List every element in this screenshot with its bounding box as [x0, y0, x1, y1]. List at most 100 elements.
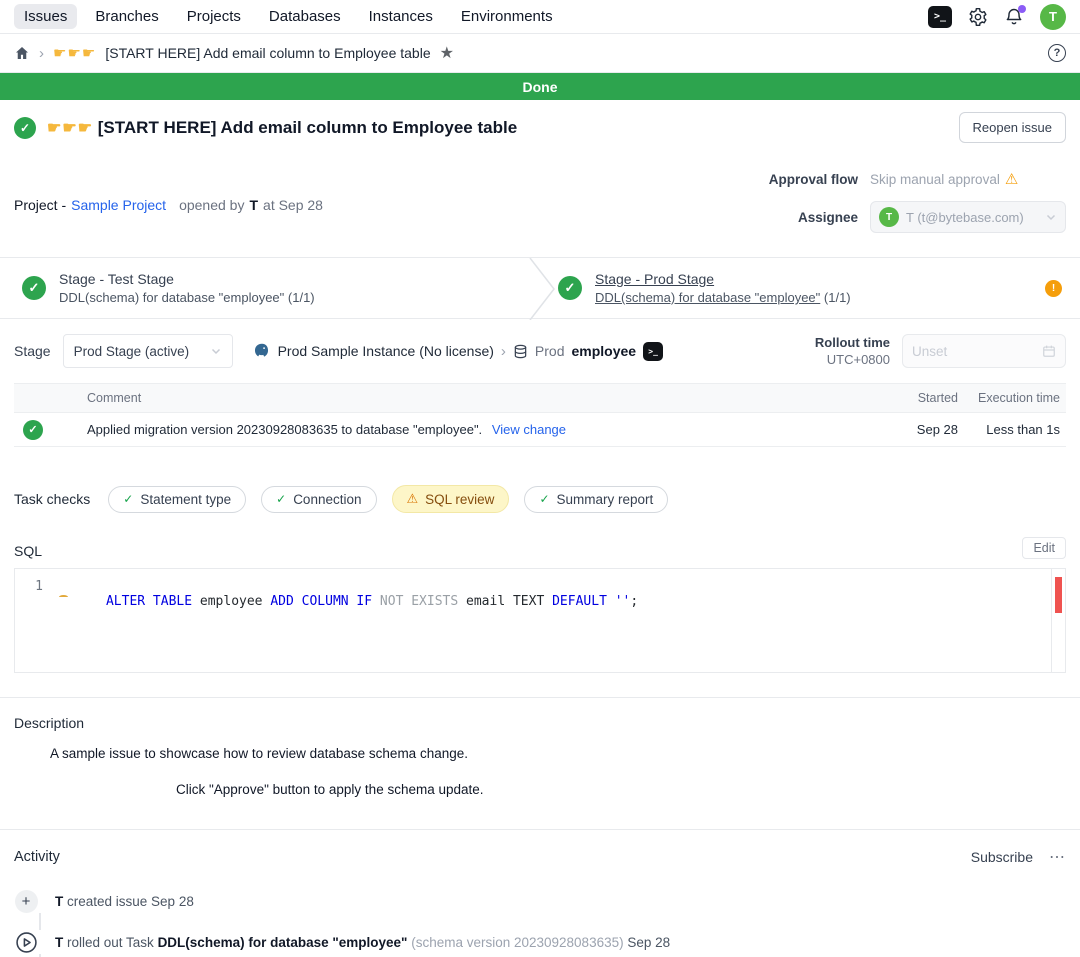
rollout-time-group: Rollout time UTC+0800 — [815, 334, 1066, 368]
breadcrumb-separator: › — [39, 45, 44, 62]
check-badge-connection[interactable]: ✓ Connection — [261, 486, 376, 513]
approval-flow-label: Approval flow — [769, 172, 858, 187]
more-icon[interactable]: ⋯ — [1049, 847, 1066, 867]
chevron-down-icon — [210, 345, 222, 357]
open-sql-editor-icon[interactable]: >_ — [643, 342, 663, 361]
subscribe-button[interactable]: Subscribe — [971, 849, 1033, 865]
stage-check-icon: ✓ — [22, 276, 46, 300]
database-link[interactable]: employee — [572, 343, 637, 359]
task-table-header: Comment Started Execution time — [14, 383, 1066, 413]
stages-strip: ✓ Stage - Test Stage DDL(schema) for dat… — [0, 257, 1080, 319]
error-marker — [1055, 577, 1062, 613]
row-started: Sep 28 — [896, 422, 958, 437]
star-icon[interactable]: ★ — [440, 43, 454, 63]
breadcrumb-separator: › — [501, 343, 506, 360]
rollout-timezone: UTC+0800 — [815, 352, 890, 367]
activity-item: + T created issue Sep 28 — [14, 889, 1066, 913]
stage-divider-chevron — [529, 258, 555, 320]
gear-icon[interactable] — [968, 7, 988, 27]
rollout-time-input[interactable] — [912, 344, 1042, 359]
stage-select-value: Prod Stage (active) — [74, 344, 190, 359]
timeline-connector — [39, 913, 41, 930]
warning-triangle-icon[interactable]: ⚠ — [1005, 170, 1018, 188]
check-badge-sql-review[interactable]: ⚠ SQL review — [392, 485, 510, 513]
nav-tab-environments[interactable]: Environments — [451, 4, 563, 29]
stage-subtitle: DDL(schema) for database "employee" (1/1… — [595, 290, 851, 305]
row-execution-time: Less than 1s — [958, 422, 1064, 437]
home-icon[interactable] — [14, 45, 30, 61]
assignee-select[interactable]: T T (t@bytebase.com) — [870, 201, 1066, 233]
activity-timeline: + T created issue Sep 28 T rolled out Ta… — [14, 889, 1066, 957]
task-table: Comment Started Execution time ✓ Applied… — [14, 383, 1066, 447]
issue-done-check-icon: ✓ — [14, 117, 36, 139]
opened-by-prefix: opened by — [179, 197, 244, 213]
bell-icon[interactable] — [1004, 7, 1024, 27]
opened-by-date: at Sep 28 — [263, 197, 323, 213]
nav-tab-instances[interactable]: Instances — [359, 4, 443, 29]
nav-tabs: Issues Branches Projects Databases Insta… — [14, 4, 563, 29]
issue-header: ✓ ☛☛☛ [START HERE] Add email column to E… — [0, 100, 1080, 156]
stage-toolbar-left: Stage Prod Stage (active) Prod Sample In… — [14, 334, 663, 368]
sql-editor-icon[interactable]: >_ — [928, 6, 952, 28]
stage-prod[interactable]: ✓ Stage - Prod Stage DDL(schema) for dat… — [526, 258, 1080, 318]
task-checks: Task checks ✓ Statement type ✓ Connectio… — [14, 485, 1066, 513]
help-icon[interactable]: ? — [1048, 44, 1066, 62]
assignee-value: T (t@bytebase.com) — [906, 210, 1038, 225]
project-link[interactable]: Sample Project — [71, 197, 166, 213]
description-line: A sample issue to showcase how to review… — [50, 746, 1066, 761]
meta-right: Approval flow Skip manual approval ⚠ Ass… — [769, 170, 1066, 233]
nav-tab-projects[interactable]: Projects — [177, 4, 251, 29]
stage-title: Stage - Test Stage — [59, 271, 315, 287]
column-started: Started — [896, 391, 958, 405]
approval-flow-value: Skip manual approval ⚠ — [870, 170, 1066, 188]
check-badge-summary-report[interactable]: ✓ Summary report — [524, 486, 668, 513]
top-nav: Issues Branches Projects Databases Insta… — [0, 0, 1080, 34]
sql-section: SQL Edit 1 ALTER TABLE employee ADD COLU… — [14, 537, 1066, 673]
stage-select[interactable]: Prod Stage (active) — [63, 334, 233, 368]
table-row: ✓ Applied migration version 202309280836… — [14, 413, 1066, 447]
issue-title: ☛☛☛ [START HERE] Add email column to Emp… — [47, 118, 517, 138]
breadcrumb-row: › ☛☛☛ [START HERE] Add email column to E… — [0, 34, 1080, 73]
assignee-avatar: T — [879, 207, 899, 227]
nav-right: >_ T — [928, 4, 1066, 30]
reopen-issue-button[interactable]: Reopen issue — [959, 112, 1067, 143]
user-avatar[interactable]: T — [1040, 4, 1066, 30]
assignee-label: Assignee — [769, 210, 858, 225]
database-icon — [513, 344, 528, 359]
stage-test[interactable]: ✓ Stage - Test Stage DDL(schema) for dat… — [0, 258, 526, 318]
check-pass-icon: ✓ — [276, 492, 286, 506]
rollout-time-label: Rollout time — [815, 335, 890, 350]
status-banner: Done — [0, 73, 1080, 100]
project-line: Project - Sample Project opened by T at … — [14, 170, 323, 233]
description-section: Description A sample issue to showcase h… — [0, 698, 1080, 811]
nav-tab-databases[interactable]: Databases — [259, 4, 351, 29]
plus-icon: + — [15, 890, 38, 913]
stage-select-label: Stage — [14, 343, 51, 359]
check-warning-icon: ⚠ — [407, 491, 419, 507]
database-environment: Prod — [535, 343, 565, 359]
notification-dot — [1018, 5, 1026, 13]
stage-warning-icon[interactable]: ! — [1045, 280, 1062, 297]
nav-tab-issues[interactable]: Issues — [14, 4, 77, 29]
column-execution-time: Execution time — [958, 391, 1064, 405]
instance-link[interactable]: Prod Sample Instance (No license) — [278, 343, 494, 359]
task-checks-label: Task checks — [14, 491, 90, 507]
check-badge-statement-type[interactable]: ✓ Statement type — [108, 486, 246, 513]
sql-editor: 1 ALTER TABLE employee ADD COLUMN IF NOT… — [14, 568, 1066, 673]
editor-scrollbar[interactable] — [1051, 569, 1065, 672]
stage-check-icon: ✓ — [558, 276, 582, 300]
calendar-icon — [1042, 344, 1056, 358]
chevron-down-icon — [1045, 211, 1057, 223]
status-banner-text: Done — [523, 79, 558, 95]
check-pass-icon: ✓ — [539, 492, 549, 506]
edit-sql-button[interactable]: Edit — [1022, 537, 1066, 559]
view-change-link[interactable]: View change — [492, 422, 566, 437]
activity-item: T rolled out Task DDL(schema) for databa… — [14, 930, 1066, 954]
pointing-hands-icon: ☛☛☛ — [53, 44, 96, 62]
sql-label: SQL — [14, 543, 42, 559]
row-comment: Applied migration version 20230928083635… — [87, 422, 896, 437]
lint-squiggle — [59, 595, 68, 599]
postgres-icon — [253, 342, 271, 360]
nav-tab-branches[interactable]: Branches — [85, 4, 168, 29]
breadcrumb: › ☛☛☛ [START HERE] Add email column to E… — [14, 43, 454, 63]
